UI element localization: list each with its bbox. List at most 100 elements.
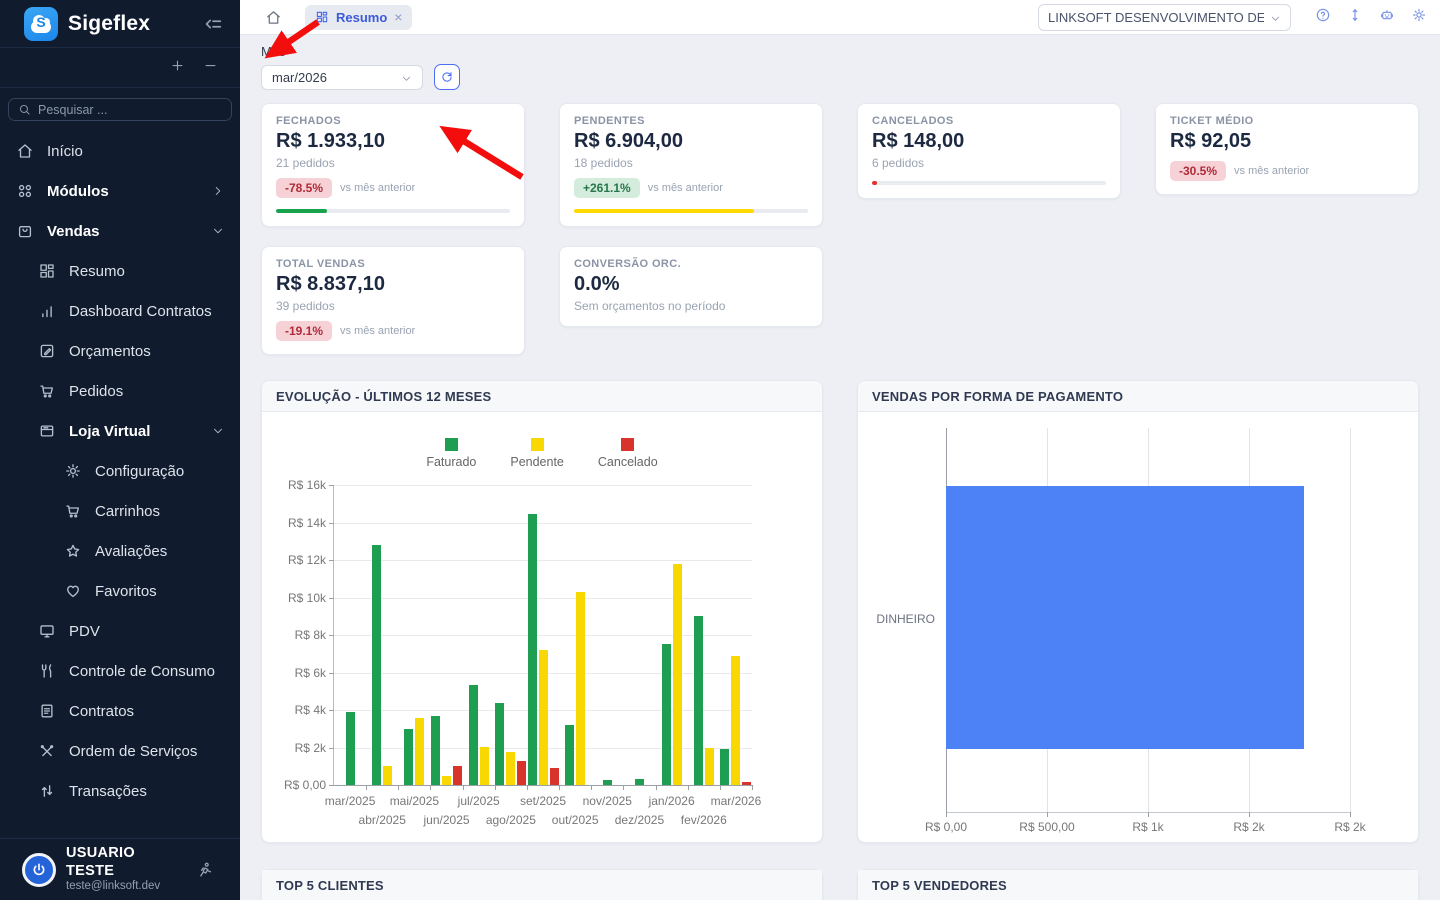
sidebar-item-label: Início: [47, 143, 83, 160]
bar-pendente: [576, 592, 585, 785]
bar-groups: [334, 485, 752, 785]
kpi-value: R$ 6.904,00: [574, 130, 808, 153]
bottom-row: TOP 5 CLIENTES TOP 5 VENDEDORES: [261, 869, 1419, 900]
chevron-down-icon: [401, 72, 412, 83]
x-axis-label: R$ 0,00: [925, 820, 967, 834]
sidebar-item-label: Avaliações: [95, 543, 167, 560]
bar-group-abr-2025: [366, 485, 398, 785]
doc-edit-icon: [38, 342, 56, 360]
kpi-card-total-vendas: TOTAL VENDASR$ 8.837,1039 pedidos-19.1%v…: [261, 246, 525, 355]
sidebar-item-loja-virtual[interactable]: Loja Virtual: [0, 411, 240, 451]
modules-icon: [16, 182, 34, 200]
bar-group-nov-2025: [591, 485, 623, 785]
kpi-subtext: 18 pedidos: [574, 156, 808, 170]
kpi-change-badge: -19.1%: [276, 321, 332, 341]
x-axis-tick: [1249, 812, 1250, 817]
x-axis-label: R$ 2k: [1334, 820, 1365, 834]
gridline: [1350, 428, 1351, 812]
sidebar-item-contratos[interactable]: Contratos: [0, 691, 240, 731]
close-icon[interactable]: ×: [394, 10, 402, 24]
kpi-vs-text: vs mês anterior: [1234, 165, 1309, 177]
legend-label: Pendente: [510, 455, 564, 469]
x-axis-label: nov/2025: [583, 794, 632, 808]
bar-group-jan-2026: [656, 485, 688, 785]
bar-dinheiro: [946, 486, 1304, 749]
cart-icon: [64, 502, 82, 520]
main-area: Resumo × LINKSOFT DESENVOLVIMENTO DE ...…: [240, 0, 1440, 900]
company-select[interactable]: LINKSOFT DESENVOLVIMENTO DE ...: [1038, 4, 1291, 31]
bar-group-set-2025: [527, 485, 559, 785]
search-input[interactable]: [38, 103, 222, 117]
collapse-all-icon[interactable]: [203, 58, 218, 78]
bar-pendente: [705, 748, 714, 785]
x-axis-label: mar/2025: [325, 794, 376, 808]
sidebar-menu: Início Módulos Vendas ResumoDashboard Contr…: [0, 129, 240, 838]
x-axis-label: mai/2025: [390, 794, 439, 808]
kpi-grid: FECHADOSR$ 1.933,1021 pedidos-78.5%vs mê…: [261, 103, 1419, 355]
home-icon[interactable]: [265, 9, 282, 26]
sidebar-item-label: Pedidos: [69, 383, 123, 400]
month-select[interactable]: mar/2026: [261, 65, 423, 90]
sidebar-item-label: Vendas: [47, 223, 100, 240]
robot-icon[interactable]: [1379, 7, 1395, 28]
bar-faturado: [694, 616, 703, 785]
sidebar-item-controle-de-consumo[interactable]: Controle de Consumo: [0, 651, 240, 691]
y-axis-label: R$ 0,00: [266, 778, 326, 792]
x-axis-label: abr/2025: [359, 813, 406, 827]
sidebar-item-transacoes[interactable]: Transações: [0, 771, 240, 811]
sidebar-item-dashboard-contratos[interactable]: Dashboard Contratos: [0, 291, 240, 331]
company-select-value: LINKSOFT DESENVOLVIMENTO DE ...: [1048, 10, 1264, 25]
x-axis-tick: [688, 785, 689, 790]
page-content: Mês mar/2026 FECHADOSR$ 1.933,1021 pedid…: [240, 35, 1440, 900]
y-axis-label: R$ 6k: [266, 666, 326, 680]
y-axis-label: R$ 2k: [266, 741, 326, 755]
month-select-value: mar/2026: [272, 70, 401, 85]
sidebar-item-avaliacoes[interactable]: Avaliações: [0, 531, 240, 571]
resize-vertical-icon[interactable]: [1347, 7, 1363, 28]
sidebar-item-resumo[interactable]: Resumo: [0, 251, 240, 291]
sidebar-item-configuracao[interactable]: Configuração: [0, 451, 240, 491]
chart-legend: FaturadoPendenteCancelado: [262, 438, 822, 469]
sidebar-logo-row: S Sigeflex: [0, 0, 240, 48]
sidebar-item-inicio[interactable]: Início: [0, 131, 240, 171]
bag-icon: [16, 222, 34, 240]
store-icon: [38, 422, 56, 440]
expand-all-icon[interactable]: [170, 58, 185, 78]
sidebar-collapse-icon[interactable]: [202, 13, 224, 35]
y-axis-label: R$ 12k: [266, 553, 326, 567]
bar-pendente: [383, 766, 392, 785]
sidebar-item-pedidos[interactable]: Pedidos: [0, 371, 240, 411]
top5-clients-title: TOP 5 CLIENTES: [262, 870, 822, 900]
x-axis-label: R$ 2k: [1233, 820, 1264, 834]
sidebar-item-orcamentos[interactable]: Orçamentos: [0, 331, 240, 371]
legend-swatch: [531, 438, 544, 451]
payment-chart-plot: R$ 0,00R$ 500,00R$ 1kR$ 2kR$ 2kDINHEIRO: [946, 428, 1350, 813]
evolution-chart-title: EVOLUÇÃO - ÚLTIMOS 12 MESES: [262, 381, 822, 412]
sidebar-item-modulos[interactable]: Módulos: [0, 171, 240, 211]
kpi-progress-track: [276, 209, 510, 213]
sidebar-item-favoritos[interactable]: Favoritos: [0, 571, 240, 611]
sidebar-item-ordem-de-servicos[interactable]: Ordem de Serviços: [0, 731, 240, 771]
user-row[interactable]: USUARIO TESTE teste@linksoft.dev: [0, 838, 240, 900]
utensils-icon: [38, 662, 56, 680]
chevron-down-icon: [1270, 12, 1281, 23]
user-name: USUARIO TESTE: [66, 845, 186, 880]
kpi-progress-fill: [872, 181, 877, 185]
refresh-button[interactable]: [434, 64, 460, 90]
legend-swatch: [445, 438, 458, 451]
barchart-icon: [38, 302, 56, 320]
legend-item-faturado: Faturado: [426, 438, 476, 469]
help-icon[interactable]: [1315, 7, 1331, 28]
kpi-subtext: 39 pedidos: [276, 299, 510, 313]
sidebar-item-carrinhos[interactable]: Carrinhos: [0, 491, 240, 531]
bar-faturado: [720, 749, 729, 785]
sidebar-item-pdv[interactable]: PDV: [0, 611, 240, 651]
sidebar-tools-row: [0, 48, 240, 88]
gear-icon[interactable]: [1411, 7, 1427, 28]
sidebar-item-vendas[interactable]: Vendas: [0, 211, 240, 251]
tab-resumo[interactable]: Resumo ×: [305, 5, 412, 30]
person-running-icon[interactable]: [196, 861, 214, 879]
star-icon: [64, 542, 82, 560]
bar-pendente: [480, 747, 489, 785]
x-axis-tick: [656, 785, 657, 790]
